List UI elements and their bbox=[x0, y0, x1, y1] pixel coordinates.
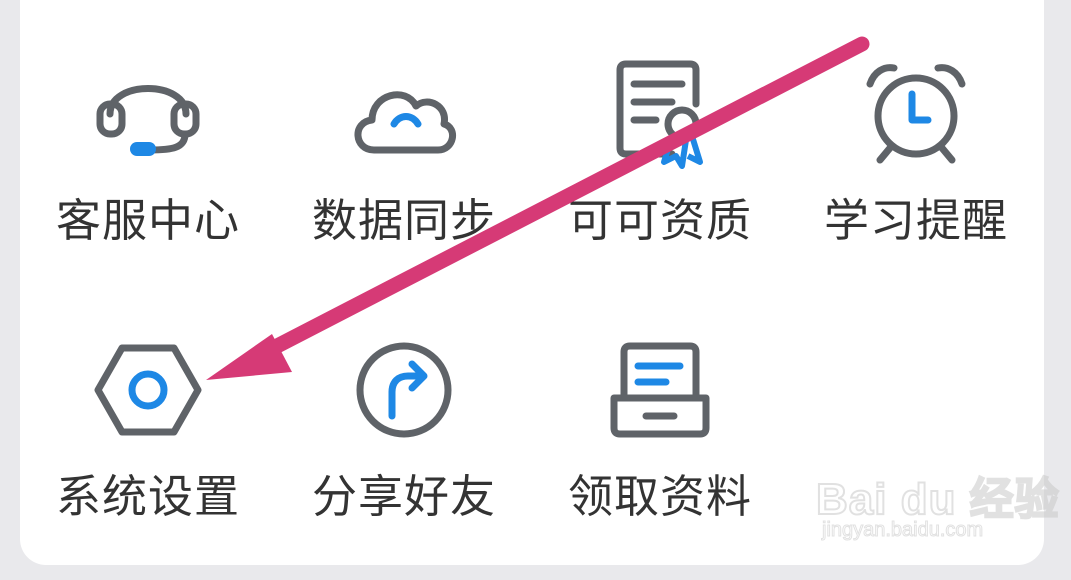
cloud-sync-icon bbox=[354, 91, 456, 154]
share-arrow-icon bbox=[356, 342, 452, 438]
menu-item-qualification[interactable]: 可可资质 bbox=[532, 58, 788, 308]
menu-item-label: 系统设置 bbox=[55, 470, 240, 523]
menu-item-label: 可可资质 bbox=[567, 194, 752, 247]
baidu-watermark: Bai du 经验 jingyan.baidu.com bbox=[815, 445, 1060, 555]
menu-item-system-settings[interactable]: 系统设置 bbox=[20, 330, 276, 580]
hexagon-settings-icon bbox=[94, 344, 202, 436]
menu-item-get-materials[interactable]: 领取资料 bbox=[532, 330, 788, 580]
headset-icon bbox=[96, 85, 200, 156]
menu-item-customer-service[interactable]: 客服中心 bbox=[20, 58, 276, 308]
menu-item-label: 数据同步 bbox=[311, 194, 496, 247]
watermark-brand: Bai du 经验 bbox=[815, 474, 1060, 525]
menu-item-share-friends[interactable]: 分享好友 bbox=[276, 330, 532, 580]
menu-item-label: 领取资料 bbox=[567, 470, 752, 523]
certificate-icon bbox=[616, 60, 703, 169]
menu-item-data-sync[interactable]: 数据同步 bbox=[276, 58, 532, 308]
inbox-tray-icon bbox=[610, 342, 710, 438]
alarm-clock-icon bbox=[866, 64, 966, 164]
menu-item-label: 分享好友 bbox=[311, 470, 496, 523]
menu-item-label: 客服中心 bbox=[55, 194, 240, 247]
menu-item-label: 学习提醒 bbox=[823, 194, 1008, 247]
watermark-url: jingyan.baidu.com bbox=[821, 519, 984, 542]
menu-item-study-reminder[interactable]: 学习提醒 bbox=[788, 58, 1044, 308]
